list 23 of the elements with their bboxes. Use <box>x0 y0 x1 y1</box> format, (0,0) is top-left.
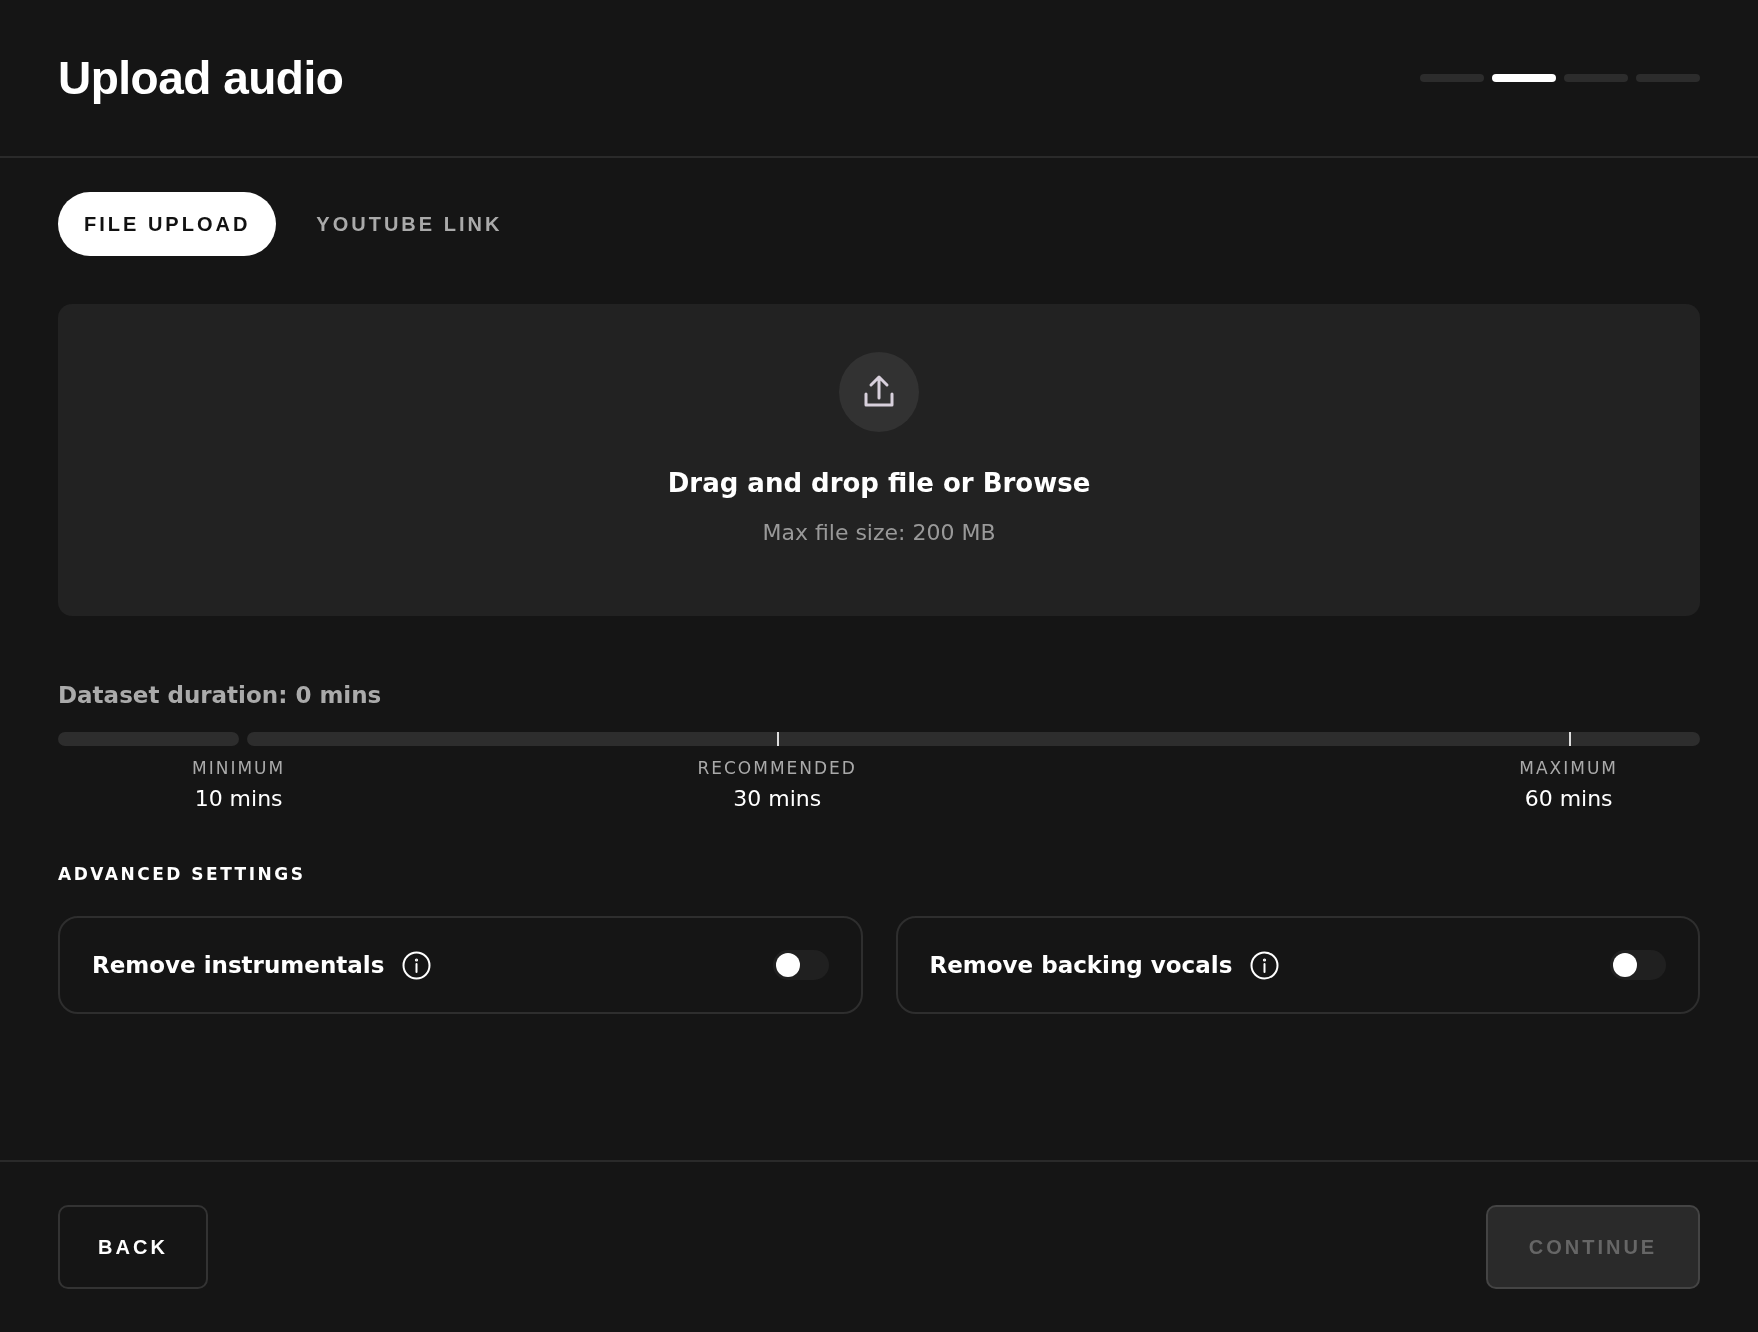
marker-value: 30 mins <box>733 786 822 811</box>
toggle-switch[interactable] <box>1610 950 1666 980</box>
dropzone-title: Drag and drop file or Browse <box>667 468 1091 498</box>
setting-label: Remove backing vocals <box>929 952 1233 978</box>
duration-label: Dataset duration: 0 mins <box>58 682 383 708</box>
section-heading: ADVANCED SETTINGS <box>58 864 307 884</box>
source-tab[interactable]: FILE UPLOAD <box>58 192 277 256</box>
dropzone[interactable]: Drag and drop file or Browse Max file size: 200 MB <box>58 304 1700 616</box>
marker-value: 60 mins <box>1524 786 1613 811</box>
page-title: Upload audio <box>58 51 344 105</box>
back-button[interactable]: BACK <box>58 1205 208 1289</box>
tick-mark <box>777 732 780 746</box>
marker-caption: MINIMUM <box>192 758 286 778</box>
toggle-switch[interactable] <box>772 950 829 980</box>
info-icon[interactable] <box>402 950 432 980</box>
dropzone-hint: Max file size: 200 MB <box>762 520 996 545</box>
tick-mark <box>1568 732 1571 746</box>
source-tab[interactable]: YOUTUBE LINK <box>290 192 529 256</box>
marker-caption: MAXIMUM <box>1519 758 1618 778</box>
marker-value: 10 mins <box>194 786 283 811</box>
marker-caption: RECOMMENDED <box>697 758 857 778</box>
info-icon[interactable] <box>1250 950 1280 980</box>
setting-label: Remove instrumentals <box>92 952 385 978</box>
